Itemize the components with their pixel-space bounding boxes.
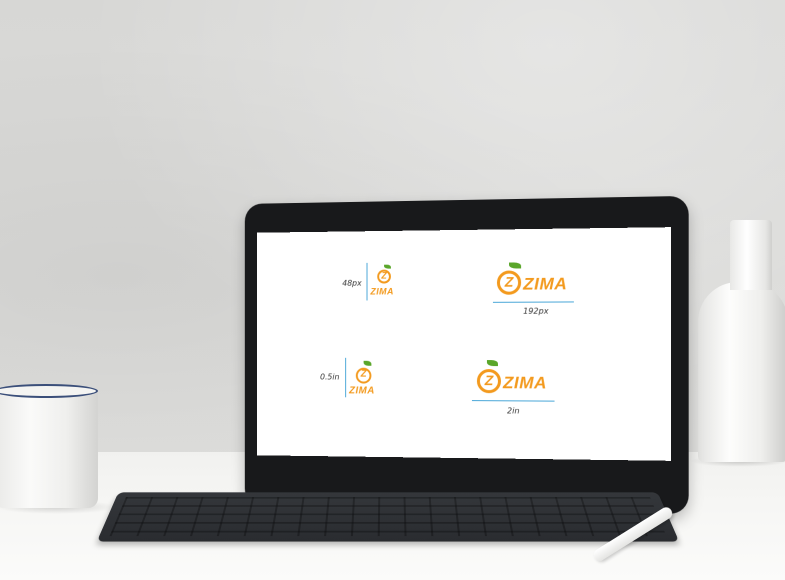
measure-line (345, 358, 346, 397)
leaf-icon (487, 360, 498, 366)
measure-line (493, 301, 574, 302)
leaf-icon (509, 262, 521, 268)
wordmark: ZIMA (370, 286, 393, 296)
measure-line (472, 400, 555, 402)
measure-line (367, 263, 368, 301)
orange-z-logo-icon: Z (497, 270, 521, 294)
tablet-screen: 48px Z ZIMA Z ZIMA 192px 0.5in Z ZIMA Z … (257, 227, 671, 461)
orange-z-logo-icon: Z (477, 369, 501, 393)
keyboard (97, 492, 679, 541)
wordmark: ZIMA (503, 373, 547, 393)
keyboard-keys (110, 497, 667, 536)
size-label-2in: 2in (507, 406, 519, 415)
size-label-192px: 192px (523, 307, 548, 316)
mug (0, 390, 98, 508)
vase (698, 282, 785, 462)
leaf-icon (364, 361, 372, 366)
size-label-48px: 48px (342, 279, 361, 288)
size-label-0-5in: 0.5in (320, 373, 339, 382)
vase-neck (730, 220, 772, 290)
wordmark: ZIMA (523, 274, 567, 295)
wordmark: ZIMA (349, 385, 375, 396)
orange-z-logo-icon: Z (356, 368, 372, 384)
orange-z-logo-icon: Z (377, 270, 391, 284)
leaf-icon (384, 265, 391, 269)
